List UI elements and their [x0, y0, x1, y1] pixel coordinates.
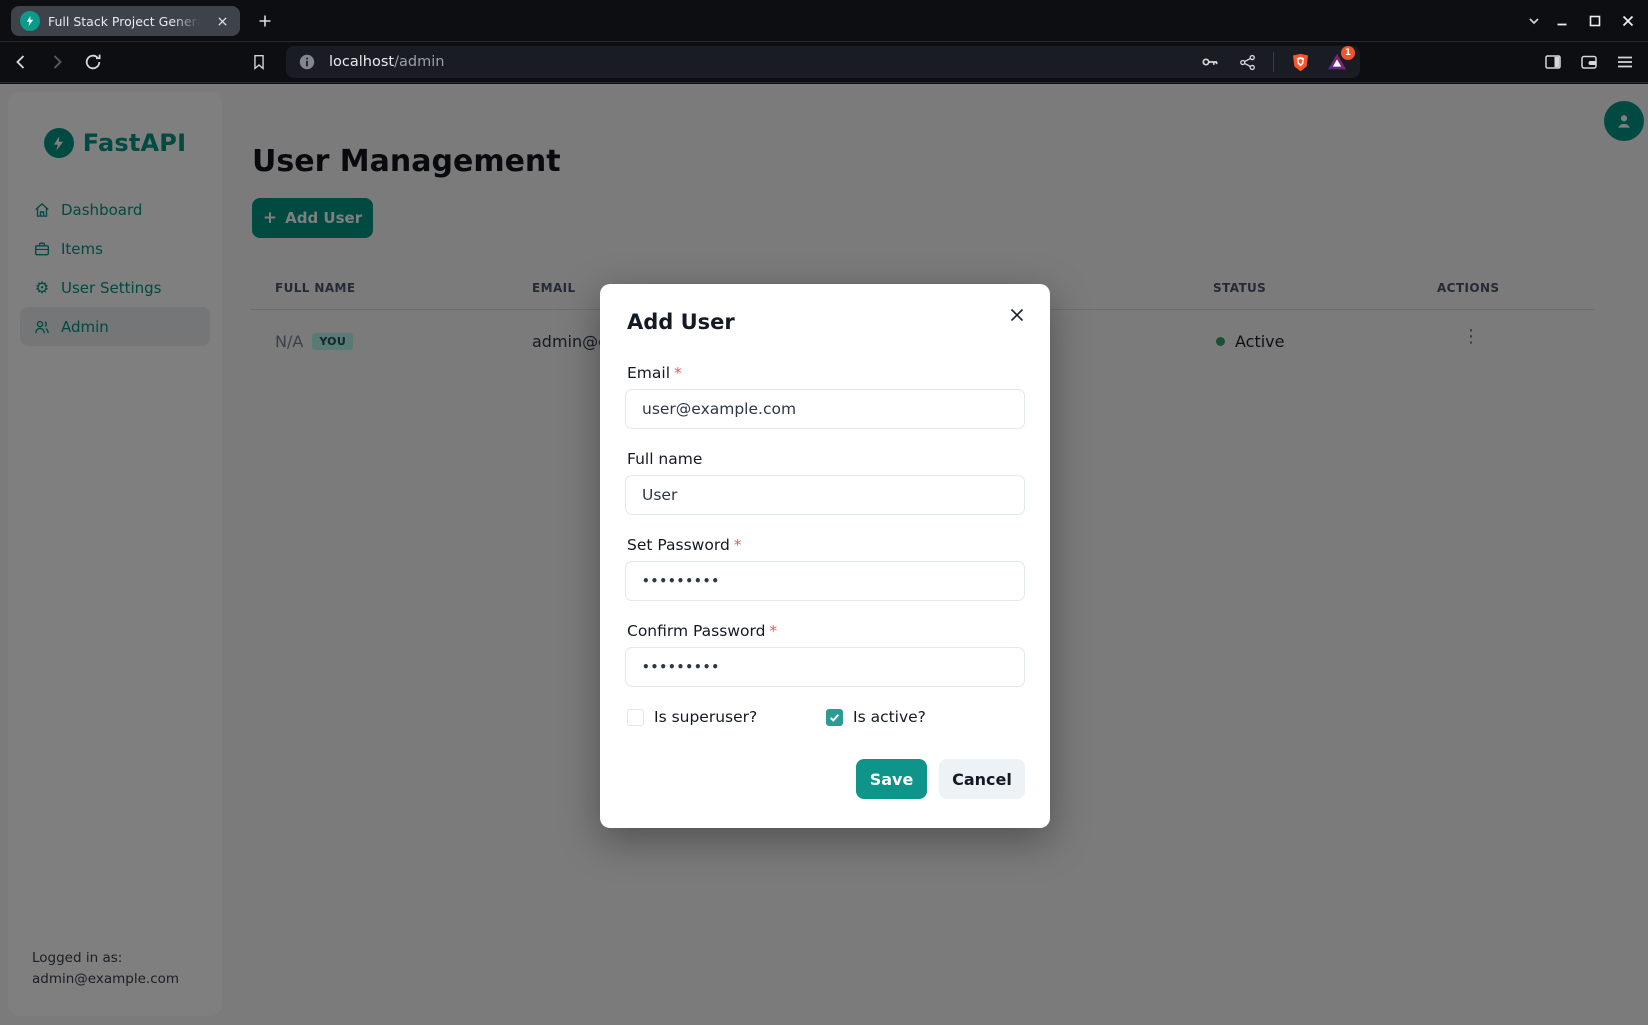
required-marker: *	[734, 536, 742, 554]
url-host: localhost	[329, 54, 394, 70]
is-superuser-label: Is superuser?	[654, 708, 757, 726]
password-key-icon[interactable]	[1199, 51, 1221, 73]
urlbar-action-group: 1	[1199, 51, 1348, 73]
full-name-label: Full name	[627, 450, 1025, 468]
email-label: Email*	[627, 364, 1025, 382]
browser-toolbar: localhost/admin 1	[0, 42, 1648, 83]
bookmark-icon[interactable]	[248, 51, 270, 73]
tab-search-chevron-down-icon[interactable]	[1526, 13, 1542, 29]
tab-strip: Full Stack Project Genera	[0, 0, 1648, 42]
confirm-password-field-group: Confirm Password*	[625, 622, 1025, 687]
checkbox-checked[interactable]	[826, 709, 843, 726]
brave-shield-icon[interactable]	[1289, 51, 1311, 73]
required-marker: *	[674, 364, 682, 382]
set-password-field-group: Set Password*	[625, 536, 1025, 601]
nav-button-group	[10, 51, 104, 73]
confirm-password-label: Confirm Password*	[627, 622, 1025, 640]
add-user-modal: Add User Email* Full name Set Password* …	[600, 284, 1050, 828]
browser-tab[interactable]: Full Stack Project Genera	[11, 6, 240, 36]
required-marker: *	[769, 622, 777, 640]
cancel-button[interactable]: Cancel	[939, 759, 1025, 799]
forward-icon[interactable]	[46, 51, 68, 73]
close-icon[interactable]	[1002, 300, 1032, 330]
modal-title: Add User	[627, 310, 1025, 334]
share-icon[interactable]	[1236, 51, 1258, 73]
set-password-label: Set Password*	[627, 536, 1025, 554]
window-minimize-icon[interactable]	[1554, 13, 1570, 29]
confirm-password-field[interactable]	[625, 647, 1025, 687]
email-field[interactable]	[625, 389, 1025, 429]
back-icon[interactable]	[10, 51, 32, 73]
browser-chrome: Full Stack Project Genera	[0, 0, 1648, 84]
window-controls	[1554, 0, 1642, 42]
site-info-icon[interactable]	[298, 53, 316, 71]
modal-button-row: Save Cancel	[625, 759, 1025, 799]
window-maximize-icon[interactable]	[1587, 13, 1603, 29]
save-button[interactable]: Save	[856, 759, 927, 799]
toolbar-right-group	[1542, 51, 1648, 73]
url-bar[interactable]: localhost/admin 1	[286, 46, 1360, 78]
full-name-field[interactable]	[625, 475, 1025, 515]
rewards-badge: 1	[1341, 46, 1355, 60]
set-password-field[interactable]	[625, 561, 1025, 601]
fastapi-favicon-bolt-icon	[20, 11, 40, 31]
is-active-checkbox[interactable]: Is active?	[826, 708, 1025, 726]
wallet-icon[interactable]	[1578, 51, 1600, 73]
window-close-icon[interactable]	[1620, 13, 1636, 29]
brave-rewards-icon[interactable]: 1	[1326, 51, 1348, 73]
url-path: /admin	[394, 54, 444, 70]
tab-title: Full Stack Project Genera	[48, 14, 200, 29]
menu-hamburger-icon[interactable]	[1614, 51, 1636, 73]
tab-close-icon[interactable]	[213, 12, 231, 30]
url-text[interactable]: localhost/admin	[329, 54, 444, 70]
new-tab-icon[interactable]	[253, 9, 277, 33]
is-superuser-checkbox[interactable]: Is superuser?	[627, 708, 826, 726]
is-active-label: Is active?	[853, 708, 926, 726]
reload-icon[interactable]	[82, 51, 104, 73]
email-field-group: Email*	[625, 364, 1025, 429]
full-name-field-group: Full name	[625, 450, 1025, 515]
side-panel-icon[interactable]	[1542, 51, 1564, 73]
page-content: FastAPI Dashboard Items ⚙ User Settings	[0, 84, 1648, 1025]
checkbox-unchecked[interactable]	[627, 709, 644, 726]
toolbar-divider	[1273, 52, 1274, 72]
checkbox-row: Is superuser? Is active?	[627, 708, 1025, 726]
